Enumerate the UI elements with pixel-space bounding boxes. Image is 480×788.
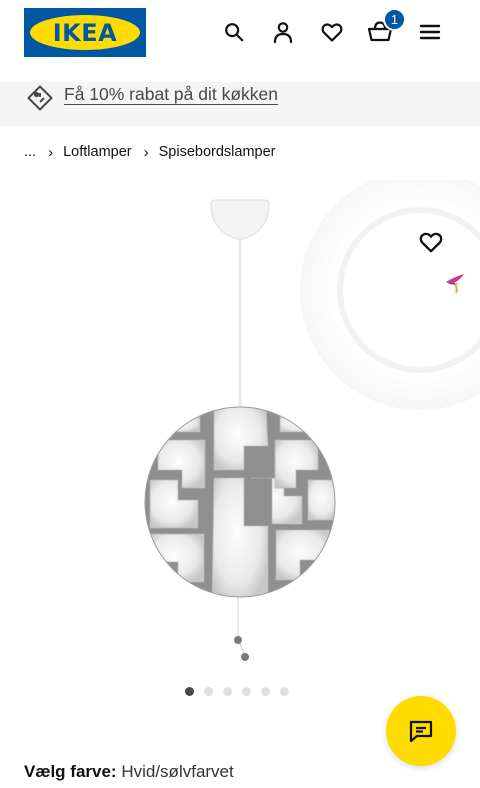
pendant-lamp-image xyxy=(144,170,480,661)
menu-button[interactable] xyxy=(417,19,443,45)
chevron-right-icon: › xyxy=(143,143,149,161)
color-selector: Vælg farve: Hvid/sølvfarvet xyxy=(24,762,234,782)
search-button[interactable] xyxy=(221,19,247,45)
menu-icon xyxy=(419,24,441,40)
gallery-dot[interactable] xyxy=(261,687,270,696)
favourites-button[interactable] xyxy=(319,19,345,45)
ikea-logo[interactable]: IKEA xyxy=(24,8,146,57)
gallery-dot[interactable] xyxy=(223,687,232,696)
gallery-dot[interactable] xyxy=(242,687,251,696)
cart-count-badge: 1 xyxy=(383,8,406,31)
breadcrumb-item-loftlamper[interactable]: Loftlamper xyxy=(63,144,132,160)
profile-icon xyxy=(273,22,293,44)
gallery-pagination xyxy=(185,687,289,696)
chevron-right-icon: › xyxy=(48,143,54,161)
profile-button[interactable] xyxy=(270,19,296,45)
add-to-favourites-button[interactable] xyxy=(418,229,444,255)
promo-banner: Få 10% rabat på dit køkken xyxy=(0,82,480,126)
logo-oval: IKEA xyxy=(30,15,140,50)
promo-link[interactable]: Få 10% rabat på dit køkken xyxy=(64,84,278,105)
gallery-dot[interactable] xyxy=(204,687,213,696)
price-tag-icon xyxy=(27,85,53,111)
gallery-dot[interactable] xyxy=(185,687,194,696)
bird-icon xyxy=(446,274,464,294)
chat-button[interactable] xyxy=(386,696,456,766)
heart-icon xyxy=(419,232,443,253)
heart-icon xyxy=(321,23,343,42)
breadcrumb: ... › Loftlamper › Spisebordslamper xyxy=(24,143,275,161)
gallery-dot[interactable] xyxy=(280,687,289,696)
site-header: IKEA 1 xyxy=(0,0,480,82)
search-icon xyxy=(225,23,244,42)
breadcrumb-item-spisebordslamper[interactable]: Spisebordslamper xyxy=(159,144,276,160)
color-label: Vælg farve: xyxy=(24,762,117,781)
product-image[interactable] xyxy=(0,170,480,680)
chat-icon xyxy=(409,720,433,743)
breadcrumb-ellipsis[interactable]: ... xyxy=(24,144,36,160)
color-value: Hvid/sølvfarvet xyxy=(121,762,234,781)
logo-text: IKEA xyxy=(52,18,118,47)
